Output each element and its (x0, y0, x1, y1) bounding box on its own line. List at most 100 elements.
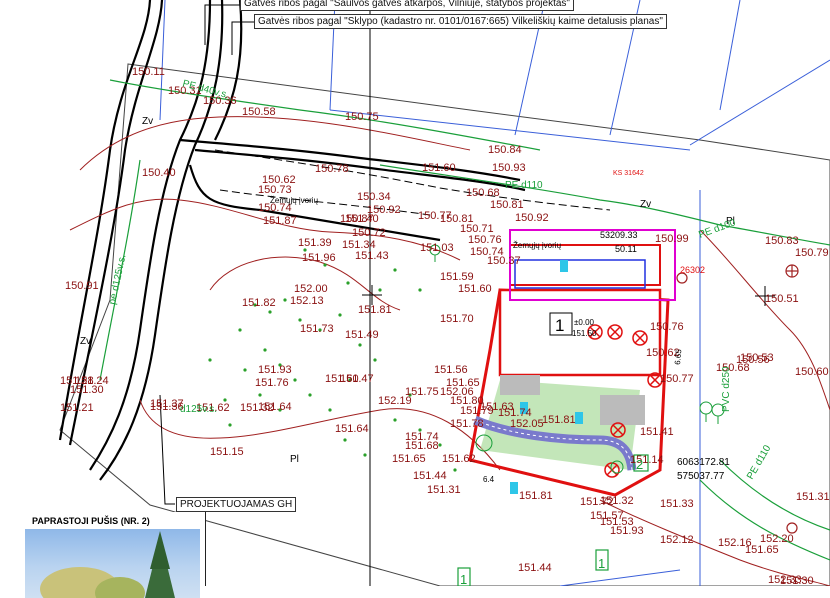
elevation-label: 150.92 (515, 212, 549, 224)
elevation-label: 151.68 (405, 440, 439, 452)
elevation-label: 151.96 (302, 252, 336, 264)
elevation-label: 150.71 (460, 223, 494, 235)
elevation-label: 150.51 (765, 293, 799, 305)
elevation-label: 152.05 (510, 418, 544, 430)
blue-zone (514, 259, 646, 289)
paving-area-2 (500, 375, 540, 395)
elevation-label: 151.63 (480, 401, 514, 413)
ref-2: 50.11 (615, 244, 637, 254)
elevation-label: 151.56 (434, 364, 468, 376)
zv-label-2: Zv (640, 199, 651, 210)
elevation-label: 150.77 (660, 373, 694, 385)
road-edges (58, 0, 526, 481)
zone-number-2: 2 (636, 457, 643, 472)
elevation-label: 151.65 (745, 544, 779, 556)
elevation-label: 151.31 (427, 484, 461, 496)
zemu-label-2: Žemųjų įvorių (513, 241, 562, 250)
coord-y: 575037.77 (677, 471, 725, 482)
ref-1: 53209.33 (600, 230, 638, 240)
elevation-label: 151.30 (780, 575, 814, 586)
elevation-label: 151.32 (240, 402, 274, 414)
pe-d110-a: PE d110 (505, 180, 543, 191)
dim-6-4: 6.4 (483, 475, 495, 484)
elevation-label: 150.78 (315, 163, 349, 175)
coord-x: 6063172.81 (677, 457, 730, 468)
elevation-label: 150.93 (492, 162, 526, 174)
building-elevation: 151.50 (572, 329, 597, 338)
elevation-label: 151.64 (335, 423, 369, 435)
elevation-label: 150.83 (765, 235, 799, 247)
zone-number-1b: 1 (460, 572, 467, 586)
elevation-label: 151.44 (518, 562, 552, 574)
elevation-label: 151.43 (355, 250, 389, 262)
elevation-label: 151.03 (420, 242, 454, 254)
elevation-label: 151.44 (413, 470, 447, 482)
pine-tree-icon (40, 531, 175, 598)
elevation-label: 150.84 (488, 144, 522, 156)
elevation-label: 150.11 (132, 66, 165, 78)
elevation-label: 151.82 (242, 297, 276, 309)
elevation-label: 150.34 (357, 191, 391, 203)
elevation-label: 151.15 (210, 446, 244, 458)
building-level: ±0.00 (574, 318, 595, 327)
elevation-label: 150.72 (352, 227, 386, 239)
paving-area (600, 395, 645, 425)
elevation-label: 151.37 (150, 398, 184, 410)
zv-label-3: Zv (80, 336, 91, 347)
zemu-label-1: Žemųjų įvorių (270, 196, 319, 205)
zone-number-1a: 1 (598, 556, 605, 571)
building-number: 1 (555, 316, 564, 335)
zv-label-1: Zv (142, 116, 153, 127)
elevation-label: 152.00 (294, 283, 328, 295)
elevation-label: 150.60 (795, 366, 829, 378)
pl-label-2: Pl (290, 454, 299, 465)
elevation-label: 151.65 (392, 453, 426, 465)
elevation-label: 150.58 (242, 106, 276, 118)
elevation-label: 150.81 (490, 199, 524, 211)
tree-photo-header: PAPRASTOJI PUŠIS (NR. 2) (32, 516, 150, 526)
callout-leaders (159, 4, 254, 505)
elevation-label: 151.39 (298, 237, 332, 249)
elevation-label: 151.81 (519, 490, 553, 502)
elevation-label: 150.91 (65, 280, 99, 292)
elevation-label: 151.87 (263, 215, 297, 227)
pvc-label: PVC d250 (721, 366, 732, 412)
street-boundary-callout-1: Gatvės ribos pagal "Saulvos gatvės atkar… (240, 0, 574, 11)
elevation-label: 152.12 (660, 534, 694, 546)
elevation-label: 151.76 (255, 377, 289, 389)
elevation-label: 151.73 (300, 323, 334, 335)
elevation-label: 150.68 (466, 187, 500, 199)
elevation-label: 151.70 (440, 313, 474, 325)
elevation-label: 150.37 (487, 255, 521, 267)
elevation-label: 151.49 (345, 329, 379, 341)
elevation-label: 151.47 (340, 373, 374, 385)
elevation-label: 150.73 (258, 184, 292, 196)
elevation-label: 151.41 (640, 426, 674, 438)
elevation-label: 151.32 (600, 495, 634, 507)
dim-6-65: 6.65 (673, 348, 683, 365)
elevation-label: 150.76 (650, 321, 684, 333)
elevation-label: 151.33 (660, 498, 694, 510)
elevation-label: 151.60 (422, 162, 456, 174)
ref-26302: 26302 (680, 265, 705, 275)
elevation-label: 151.93 (258, 364, 292, 376)
pe-d125-b: d125v.s. (180, 404, 217, 415)
elevation-label: 151.30 (70, 384, 104, 396)
elevation-label: 152.06 (440, 386, 474, 398)
gh-callout: PROJEKTUOJAMAS GH (176, 497, 297, 512)
pe-d110-b: PE d110 (745, 443, 774, 481)
elevation-label: 151.59 (440, 271, 474, 283)
elevation-label: 151.78 (450, 418, 484, 430)
elevation-label: 150.76 (468, 234, 502, 246)
site-plan-drawing: 150.11150.31150.36150.58 150.75150.84150.… (58, 0, 830, 586)
elevation-label: 151.93 (610, 525, 644, 537)
elevation-label: 152.19 (378, 395, 412, 407)
elevation-label: 151.62 (442, 453, 476, 465)
elevation-label: 150.40 (142, 167, 176, 179)
elevation-label: 151.81 (542, 414, 576, 426)
elevation-label: 151.40 (345, 213, 379, 225)
elevation-label: 150.75 (345, 111, 379, 123)
elevation-label: 151.21 (60, 402, 94, 414)
building-annex (509, 244, 661, 286)
utility-symbols (676, 264, 799, 534)
